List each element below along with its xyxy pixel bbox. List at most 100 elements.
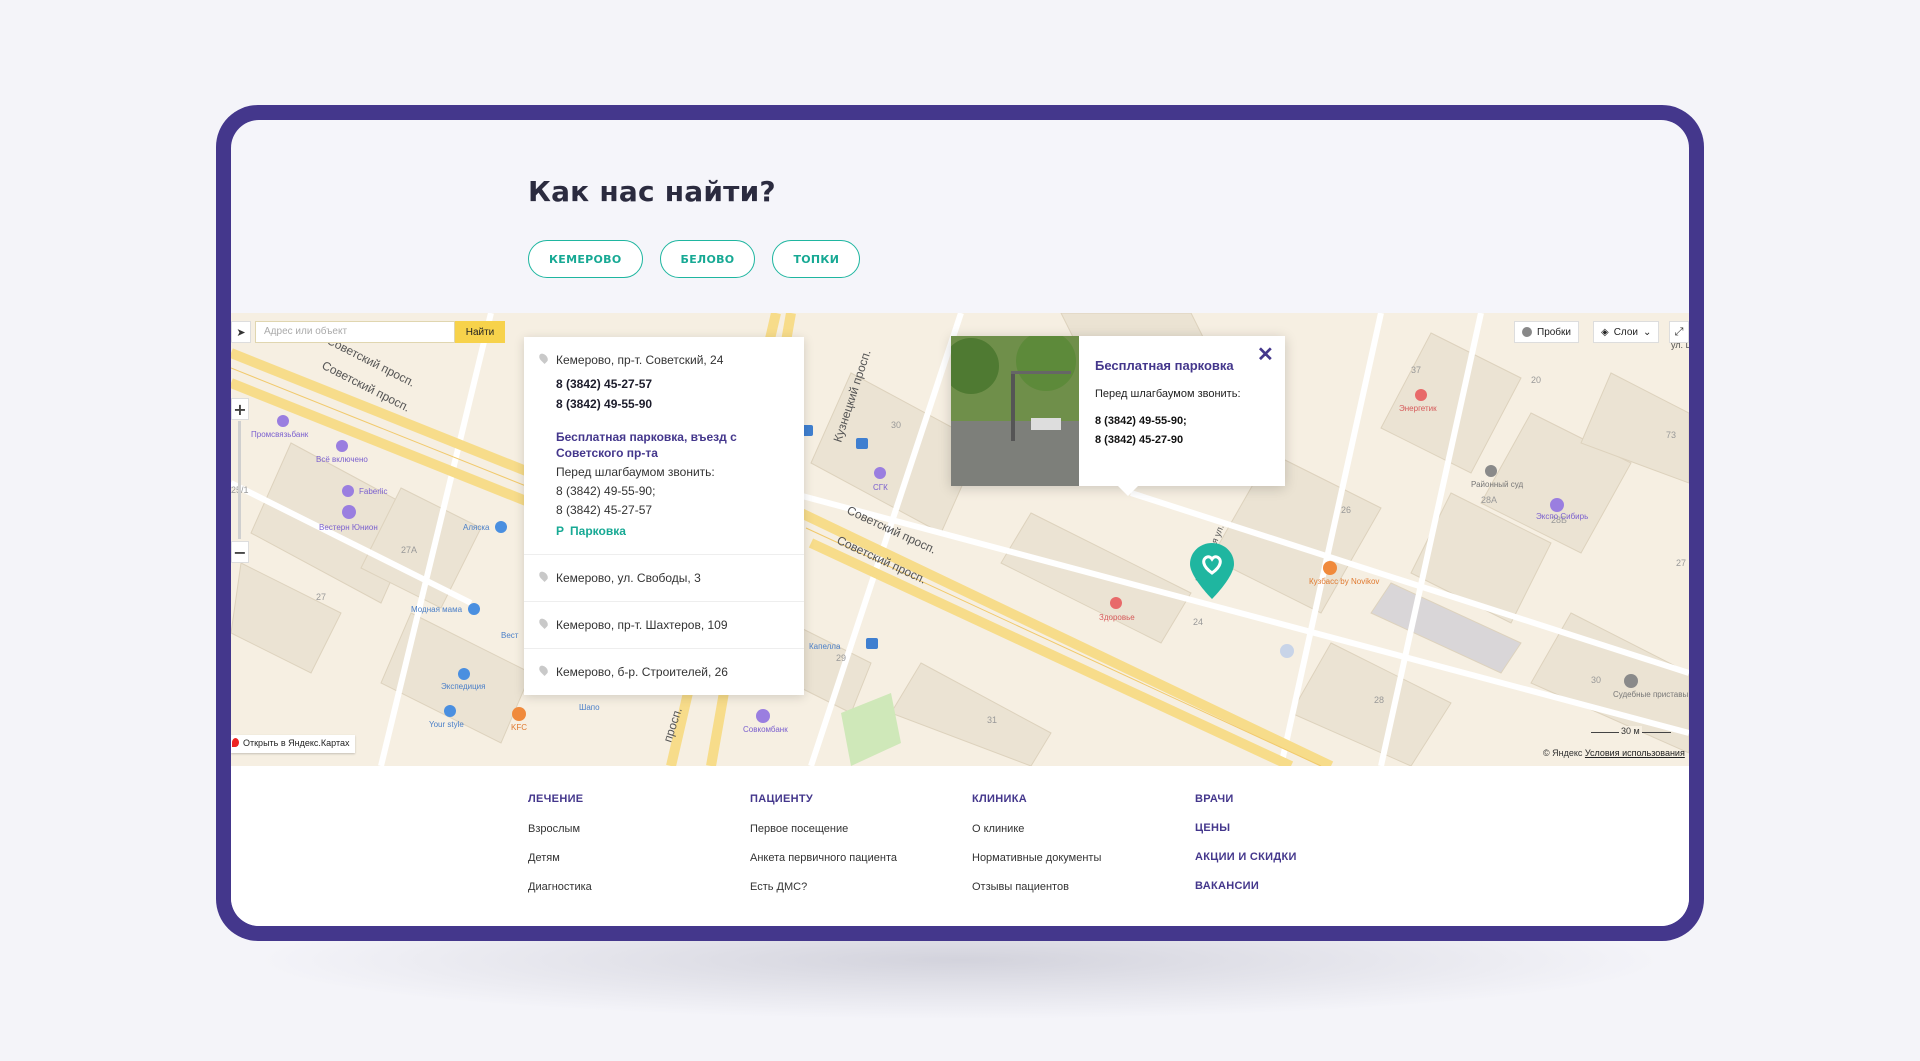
parking-note: Перед шлагбаумом звонить: (556, 465, 715, 479)
terms-link[interactable]: Условия использования (1585, 748, 1685, 758)
poi-label: Шапо (579, 703, 600, 712)
poi-icon: Совкомбанк (743, 709, 788, 734)
open-in-yandex-link[interactable]: Открыть в Яндекс.Картах (231, 735, 356, 753)
pin-icon (537, 351, 550, 365)
pin-icon (537, 663, 550, 677)
poi-label: Модная мама (411, 605, 463, 614)
footer-link[interactable]: Первое посещение (750, 823, 897, 835)
poi-label: Faberlic (359, 487, 387, 496)
layers-label: Слои (1613, 326, 1639, 338)
poi-label: KFC (511, 723, 527, 732)
footer-heading[interactable]: КЛИНИКА (972, 793, 1101, 805)
house-number: 27А (401, 545, 417, 555)
footer-link[interactable]: Нормативные документы (972, 852, 1101, 864)
map-copyright: © Яндекс Условия использования (1543, 748, 1685, 758)
poi-icon: Всё включено (316, 440, 368, 464)
poi-label: Капелла (809, 642, 841, 651)
parking-phone: 8 (3842) 45-27-57 (556, 503, 653, 517)
traffic-icon (1522, 327, 1532, 337)
footer-link-promotions[interactable]: АКЦИИ И СКИДКИ (1195, 851, 1297, 863)
address-list: Кемерово, пр-т. Советский, 24 8 (3842) 4… (524, 337, 804, 695)
device-frame: Как нас найти? Кемерово Белово Топки (216, 105, 1704, 941)
house-number: 31 (987, 715, 997, 725)
pin-icon (537, 569, 550, 583)
house-number: 28 (1374, 695, 1384, 705)
footer-column-clinic: КЛИНИКА О клинике Нормативные документы … (972, 793, 1101, 910)
fullscreen-icon[interactable]: ⤢ (1669, 321, 1689, 343)
footer-column-patient: ПАЦИЕНТУ Первое посещение Анкета первичн… (750, 793, 897, 910)
footer-column-treatment: ЛЕЧЕНИЕ Взрослым Детям Диагностика (528, 793, 592, 910)
close-icon[interactable]: ✕ (1257, 342, 1274, 367)
poi-icon: KFC (511, 707, 527, 732)
balloon-phone[interactable]: 8 (3842) 45-27-90 (1095, 434, 1183, 446)
footer-link[interactable]: Взрослым (528, 823, 592, 835)
poi-label: Вест (501, 631, 519, 640)
house-number: 26 (1341, 505, 1351, 515)
traffic-label: Пробки (1537, 326, 1571, 338)
traffic-button[interactable]: Пробки (1514, 321, 1579, 343)
footer-link[interactable]: Детям (528, 852, 592, 864)
footer-link[interactable]: Есть ДМС? (750, 881, 897, 893)
house-number: 28А (1481, 495, 1497, 505)
layers-icon: ◈ (1601, 326, 1609, 338)
address-item-active[interactable]: Кемерово, пр-т. Советский, 24 8 (3842) 4… (524, 337, 804, 555)
city-tab-belovo[interactable]: Белово (659, 240, 756, 278)
address-text: Кемерово, пр-т. Шахтеров, 109 (556, 618, 728, 632)
address-text: Кемерово, ул. Свободы, 3 (556, 571, 701, 585)
footer-heading[interactable]: ЛЕЧЕНИЕ (528, 793, 592, 805)
phone-link[interactable]: 8 (3842) 45-27-57 (556, 377, 794, 391)
poi-icon: Промсвязьбанк (251, 415, 309, 439)
address-item[interactable]: Кемерово, б-р. Строителей, 26 (524, 649, 804, 695)
balloon-phone[interactable]: 8 (3842) 49-55-90; (1095, 415, 1187, 427)
balloon-tail (1118, 486, 1138, 496)
geolocation-button[interactable]: ➤ (231, 321, 251, 343)
zoom-slider[interactable] (238, 421, 241, 539)
footer: ЛЕЧЕНИЕ Взрослым Детям Диагностика ПАЦИЕ… (231, 766, 1689, 926)
footer-heading[interactable]: ПАЦИЕНТУ (750, 793, 897, 805)
pin-icon (537, 616, 550, 630)
house-number: 73 (1666, 430, 1676, 440)
footer-link-prices[interactable]: ЦЕНЫ (1195, 822, 1297, 834)
parking-link[interactable]: P Парковка (556, 524, 794, 538)
parking-title: Бесплатная парковка, въезд с Советского … (556, 430, 737, 460)
map-scale: 30 м (1591, 726, 1671, 736)
map-search-button[interactable]: Найти (455, 321, 505, 343)
poi-label: Энергетик (1399, 404, 1437, 413)
footer-link[interactable]: Диагностика (528, 881, 592, 893)
balloon-title: Бесплатная парковка (1095, 358, 1234, 373)
address-item[interactable]: Кемерово, ул. Свободы, 3 (524, 555, 804, 602)
zoom-in-button[interactable]: + (231, 398, 249, 420)
bus-stop-icon (856, 438, 868, 449)
poi-label: СГК (873, 483, 888, 492)
map-search-input[interactable]: Адрес или объект (255, 321, 455, 343)
house-number: 29 (836, 653, 846, 663)
phone-link[interactable]: 8 (3842) 49-55-90 (556, 397, 794, 411)
house-number: 27 (1676, 558, 1686, 568)
clinic-marker-icon[interactable] (1188, 541, 1236, 601)
address-text: Кемерово, пр-т. Советский, 24 (556, 353, 724, 367)
house-number: 37 (1411, 365, 1421, 375)
poi-label: Экспо Сибирь (1536, 512, 1588, 521)
city-tab-kemerovo[interactable]: Кемерово (528, 240, 643, 278)
parking-link-label: Парковка (570, 524, 626, 538)
page-title: Как нас найти? (528, 175, 776, 208)
screen: Как нас найти? Кемерово Белово Топки (231, 120, 1689, 926)
zoom-out-button[interactable]: − (231, 541, 249, 563)
footer-link-doctors[interactable]: ВРАЧИ (1195, 793, 1297, 805)
parking-icon: P (556, 524, 565, 538)
city-tabs: Кемерово Белово Топки (528, 240, 861, 278)
poi-label: Вестерн Юнион (319, 523, 378, 532)
house-number: 20 (1531, 375, 1541, 385)
poi-icon (1280, 644, 1294, 658)
footer-link[interactable]: О клинике (972, 823, 1101, 835)
footer-link[interactable]: Отзывы пациентов (972, 881, 1101, 893)
map[interactable]: Советский просп. Советский просп. Кузнец… (231, 313, 1689, 766)
house-number: 27 (316, 592, 326, 602)
poi-icon: Faberlic (342, 485, 387, 497)
layers-button[interactable]: ◈ Слои ⌄ (1593, 321, 1660, 343)
address-item[interactable]: Кемерово, пр-т. Шахтеров, 109 (524, 602, 804, 649)
poi-label: Районный суд (1471, 480, 1523, 489)
city-tab-topki[interactable]: Топки (772, 240, 861, 278)
footer-link[interactable]: Анкета первичного пациента (750, 852, 897, 864)
footer-link-vacancies[interactable]: ВАКАНСИИ (1195, 880, 1297, 892)
